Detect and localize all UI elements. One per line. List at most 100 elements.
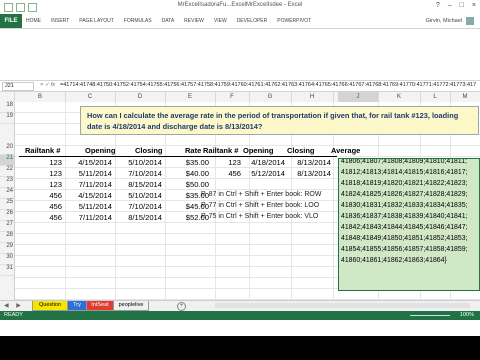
maximize-button[interactable]: □	[460, 2, 464, 9]
row-header[interactable]: 31	[0, 265, 14, 276]
column-header[interactable]: C	[65, 92, 116, 102]
sheet-tab-try[interactable]: Try	[67, 301, 87, 311]
column-header[interactable]: B	[15, 92, 66, 102]
table-cell[interactable]: 8/13/2014	[287, 169, 331, 178]
zoom-slider[interactable]	[410, 315, 450, 316]
column-header[interactable]: H	[291, 92, 334, 102]
worksheet-grid[interactable]: How can I calculate the average rate in …	[15, 102, 480, 300]
array-line: 41806;41807;41808;41809;41810;41811;	[341, 158, 467, 165]
select-all-corner[interactable]	[0, 92, 15, 102]
table-cell[interactable]: 4/15/2014	[67, 158, 112, 167]
add-sheet-button[interactable]: +	[177, 302, 186, 311]
tab-formulas[interactable]: FORMULAS	[124, 18, 152, 24]
tab-powerpivot[interactable]: POWERPIVOT	[277, 18, 311, 24]
table-cell[interactable]: 4/15/2014	[67, 191, 112, 200]
column-header[interactable]: M	[450, 92, 480, 102]
status-bar: READY 100%	[0, 311, 480, 320]
sheet-tab-peoplelive[interactable]: peoplelive	[113, 301, 149, 311]
table-cell[interactable]: 123	[19, 169, 62, 178]
formula-bar: J21 × ✓ fx =41714:41748:41750:41752:4175…	[0, 80, 480, 92]
row-headers: 18 19 20 21 22 23 24 25 26 27 28 29 30 3…	[0, 102, 15, 300]
column-header[interactable]: D	[115, 92, 166, 102]
table-cell[interactable]: 123	[201, 158, 241, 167]
minimize-button[interactable]: –	[448, 2, 452, 9]
column-header-selected[interactable]: J	[338, 92, 379, 102]
array-result-block[interactable]: 41806;41807;41808;41809;41810;41811; 418…	[338, 158, 480, 290]
array-line: 41824;41825;41826;41827;41828;41829;	[341, 191, 468, 198]
table-cell[interactable]: 5/11/2014	[67, 169, 112, 178]
sheet-tab-question[interactable]: Question	[32, 301, 68, 311]
user-name[interactable]: Girvin, Michael	[426, 18, 462, 24]
header-closing: Closing	[135, 146, 163, 155]
table-cell[interactable]: 8/15/2014	[117, 180, 162, 189]
row-header[interactable]: 23	[0, 177, 14, 188]
tab-view[interactable]: VIEW	[214, 18, 227, 24]
row-header[interactable]: 27	[0, 221, 14, 232]
row-header[interactable]: 24	[0, 188, 14, 199]
header-average: Average	[331, 146, 361, 155]
table-cell[interactable]: 123	[19, 180, 62, 189]
table-cell[interactable]: 5/10/2014	[117, 191, 162, 200]
formula-input[interactable]: =41714:41748:41750:41752:41754:41755:417…	[60, 82, 476, 88]
tab-home[interactable]: HOME	[26, 18, 41, 24]
table-cell[interactable]: 456	[201, 169, 241, 178]
row-header[interactable]: 30	[0, 254, 14, 265]
horizontal-scrollbar[interactable]	[215, 303, 470, 308]
name-box[interactable]: J21	[2, 82, 34, 91]
row-header[interactable]: 25	[0, 199, 14, 210]
header-closing-2: Closing	[287, 146, 315, 155]
close-button[interactable]: ×	[472, 2, 476, 9]
table-cell[interactable]: 7/10/2014	[117, 202, 162, 211]
table-cell[interactable]: 8/13/2014	[287, 158, 331, 167]
table-cell[interactable]: 123	[19, 158, 62, 167]
note-text: P. 77 in Ctrl + Shift + Enter book: LOO	[201, 202, 320, 209]
window-controls: ? – □ ×	[436, 2, 476, 9]
file-tab[interactable]: FILE	[0, 14, 22, 28]
sheet-nav-arrows[interactable]: ◀ ▶	[4, 302, 24, 309]
help-button[interactable]: ?	[436, 2, 440, 9]
column-header[interactable]: G	[249, 92, 292, 102]
table-cell[interactable]: 8/15/2014	[117, 213, 162, 222]
tab-data[interactable]: DATA	[162, 18, 175, 24]
row-header-selected[interactable]: 21	[0, 155, 14, 166]
table-cell[interactable]: 456	[19, 213, 62, 222]
table-cell[interactable]: 5/10/2014	[117, 158, 162, 167]
tab-developer[interactable]: DEVELOPER	[237, 18, 268, 24]
column-header[interactable]: E	[165, 92, 216, 102]
header-underline	[19, 156, 219, 157]
table-cell[interactable]: 4/18/2014	[241, 158, 285, 167]
table-cell[interactable]: 5/12/2014	[241, 169, 285, 178]
fx-icon[interactable]: × ✓ fx	[40, 82, 55, 88]
column-header[interactable]: F	[215, 92, 250, 102]
table-cell[interactable]: 7/11/2014	[67, 180, 112, 189]
sheet-tab-label: IntSeat	[91, 302, 109, 308]
table-cell[interactable]: 456	[19, 202, 62, 211]
table-cell[interactable]: 7/10/2014	[117, 169, 162, 178]
tab-page-layout[interactable]: PAGE LAYOUT	[79, 18, 114, 24]
sheet-tab-intseat[interactable]: IntSeat	[86, 301, 114, 311]
ribbon-tab-list: HOME INSERT PAGE LAYOUT FORMULAS DATA RE…	[26, 14, 311, 28]
row-header[interactable]: 22	[0, 166, 14, 177]
tab-insert[interactable]: INSERT	[51, 18, 69, 24]
row-header[interactable]: 26	[0, 210, 14, 221]
avatar[interactable]	[466, 17, 474, 25]
row-header[interactable]: 18	[0, 102, 14, 113]
array-line: 41836;41837;41838;41839;41840;41841;	[341, 213, 468, 220]
table-cell[interactable]: 7/11/2014	[67, 213, 112, 222]
table-cell[interactable]: $50.00	[167, 180, 209, 189]
row-header[interactable]: 20	[0, 144, 14, 155]
question-textbox[interactable]: How can I calculate the average rate in …	[80, 106, 479, 135]
note-text: P. 87 in Ctrl + Shift + Enter book: ROW	[201, 191, 322, 198]
zoom-level[interactable]: 100%	[460, 312, 474, 318]
table-cell[interactable]: 456	[19, 191, 62, 200]
table-cell[interactable]: 5/11/2014	[67, 202, 112, 211]
tab-review[interactable]: REVIEW	[184, 18, 204, 24]
row-header[interactable]: 19	[0, 113, 14, 124]
column-header[interactable]: L	[420, 92, 451, 102]
row-header[interactable]: 29	[0, 243, 14, 254]
title-bar: MrExcelIsadoraFu...ExcelMrExcelIsdee - E…	[0, 0, 480, 14]
header-opening-2: Opening	[243, 146, 274, 155]
ribbon-tabs: FILE HOME INSERT PAGE LAYOUT FORMULAS DA…	[0, 14, 480, 29]
row-header[interactable]: 28	[0, 232, 14, 243]
column-header[interactable]: K	[378, 92, 421, 102]
